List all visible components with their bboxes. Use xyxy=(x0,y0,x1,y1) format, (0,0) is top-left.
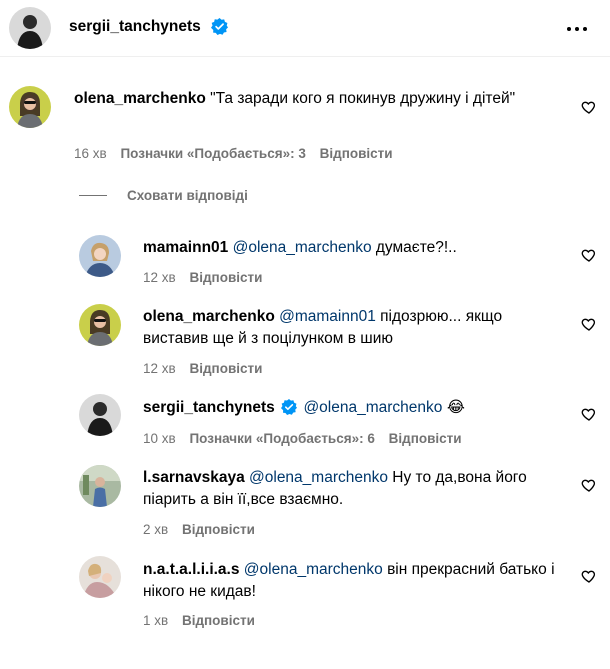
reply-time: 12 хв xyxy=(143,270,176,285)
reply-meta: 10 хв Позначки «Подобається»: 6 Відповіс… xyxy=(143,431,462,446)
commenter-avatar[interactable] xyxy=(79,465,121,507)
mention-link[interactable]: @mamainn01 xyxy=(279,308,376,325)
reply-button[interactable]: Відповісти xyxy=(182,522,255,537)
verified-badge-icon xyxy=(281,399,298,415)
reply-meta: 2 хв Відповісти xyxy=(143,522,255,537)
reply-button[interactable]: Відповісти xyxy=(320,146,393,161)
commenter-avatar[interactable] xyxy=(79,556,121,598)
mention-link[interactable]: @olena_marchenko xyxy=(244,561,383,578)
reply-meta: 12 хв Відповісти xyxy=(143,361,262,376)
reply-meta: 1 хв Відповісти xyxy=(143,613,255,628)
commenter-avatar[interactable] xyxy=(79,304,121,346)
comment-time: 16 хв xyxy=(74,146,107,161)
comment-text: "Та заради кого я покинув дружину і діте… xyxy=(210,90,516,107)
mention-link[interactable]: @olena_marchenko xyxy=(233,239,372,256)
heart-icon[interactable] xyxy=(581,406,597,422)
likes-count[interactable]: Позначки «Подобається»: 6 xyxy=(189,431,374,446)
hide-replies-label: Сховати відповіді xyxy=(127,188,248,203)
heart-icon[interactable] xyxy=(581,316,597,332)
mention-link[interactable]: @olena_marchenko xyxy=(303,399,442,416)
commenter-avatar[interactable] xyxy=(79,235,121,277)
reply-time: 2 хв xyxy=(143,522,169,537)
heart-icon[interactable] xyxy=(581,99,597,115)
reply-username[interactable]: n.a.t.a.l.i.i.a.s xyxy=(143,561,239,578)
author-username[interactable]: sergii_tanchynets xyxy=(69,18,201,36)
commenter-avatar[interactable] xyxy=(79,394,121,436)
reply-button[interactable]: Відповісти xyxy=(189,270,262,285)
post-header: sergii_tanchynets xyxy=(0,0,610,57)
verified-badge-icon xyxy=(211,18,228,35)
reply-button[interactable]: Відповісти xyxy=(389,431,462,446)
reply-username[interactable]: olena_marchenko xyxy=(143,308,275,325)
author-avatar[interactable] xyxy=(9,7,51,49)
mention-link[interactable]: @olena_marchenko xyxy=(249,469,388,486)
reply-username[interactable]: mamainn01 xyxy=(143,239,228,256)
heart-icon[interactable] xyxy=(581,247,597,263)
reply-button[interactable]: Відповісти xyxy=(189,361,262,376)
reply-meta: 12 хв Відповісти xyxy=(143,270,262,285)
reply-username[interactable]: l.sarnavskaya xyxy=(143,469,245,486)
reply-time: 12 хв xyxy=(143,361,176,376)
heart-icon[interactable] xyxy=(581,477,597,493)
commenter-avatar[interactable] xyxy=(9,86,51,128)
reply-text: 😂 xyxy=(442,399,465,416)
more-options-icon[interactable] xyxy=(567,19,591,39)
comment-meta: 16 хв Позначки «Подобається»: 3 Відповіс… xyxy=(74,146,393,161)
divider-line xyxy=(79,195,107,196)
comment-username[interactable]: olena_marchenko xyxy=(74,90,206,107)
reply-text: думаєте?!.. xyxy=(371,239,457,256)
reply-time: 10 хв xyxy=(143,431,176,446)
hide-replies-button[interactable]: Сховати відповіді xyxy=(79,188,248,203)
reply-button[interactable]: Відповісти xyxy=(182,613,255,628)
reply-username[interactable]: sergii_tanchynets xyxy=(143,399,275,416)
reply-time: 1 хв xyxy=(143,613,169,628)
likes-count[interactable]: Позначки «Подобається»: 3 xyxy=(120,146,305,161)
heart-icon[interactable] xyxy=(581,568,597,584)
